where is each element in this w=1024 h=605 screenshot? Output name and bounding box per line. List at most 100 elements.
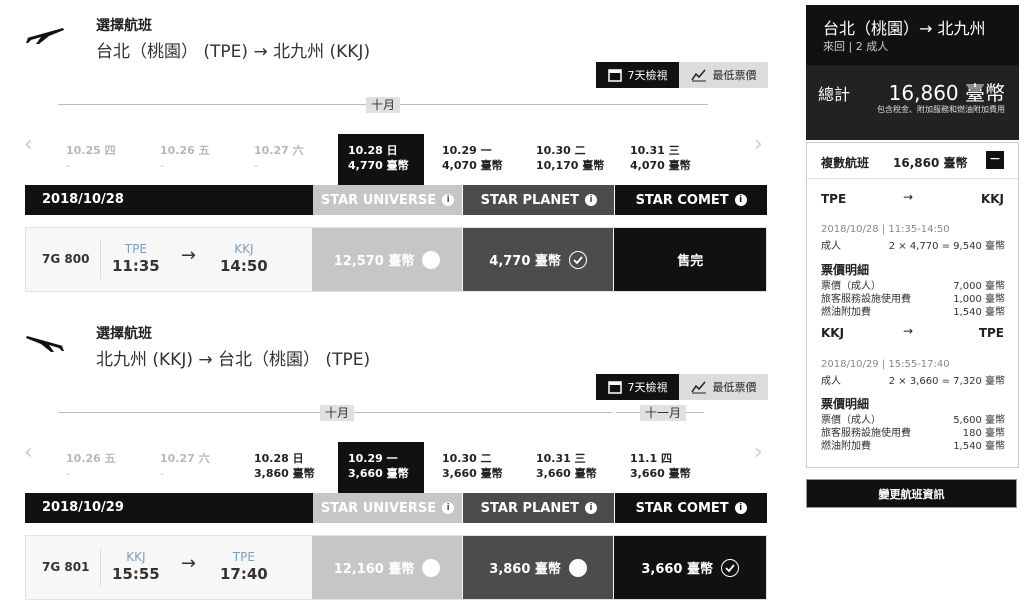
fare-universe[interactable]: 12,570 臺幣 bbox=[312, 228, 462, 291]
info-icon: i bbox=[734, 194, 747, 206]
breakdown-title: 票價明細 bbox=[821, 263, 870, 277]
leg-destination: KKJ bbox=[980, 192, 1004, 206]
divider bbox=[807, 178, 1018, 179]
departure-time: 15:55 bbox=[111, 565, 160, 583]
next-week-arrow[interactable]: › bbox=[754, 440, 763, 465]
fare-planet[interactable]: 3,860 臺幣 bbox=[462, 536, 614, 599]
select-flight-title: 選擇航班 bbox=[96, 326, 152, 342]
date-cell: 10.26 五- bbox=[160, 144, 210, 172]
date-cell[interactable]: 10.30 二 3,660 臺幣 bbox=[432, 442, 518, 494]
flight-row: 7G 801 KKJ 15:55 → TPE 17:40 12,160 臺幣 3… bbox=[25, 535, 767, 600]
info-icon: i bbox=[442, 194, 455, 206]
breakdown-title: 票價明細 bbox=[821, 397, 870, 411]
departure-time: 11:35 bbox=[111, 257, 160, 275]
header-date: 2018/10/28 bbox=[25, 185, 313, 215]
radio-icon bbox=[568, 558, 587, 577]
check-icon bbox=[721, 558, 740, 577]
date-cell-selected[interactable]: 10.28 日 4,770 臺幣 bbox=[338, 134, 424, 186]
date-cell[interactable]: 10.30 二 10,170 臺幣 bbox=[526, 134, 612, 186]
arrow-icon: → bbox=[903, 190, 914, 204]
arrow-icon: → bbox=[180, 245, 196, 266]
inbound-section: 選擇航班 北九州 (KKJ) → 台北（桃園） (TPE) 7天檢視 最低票價 … bbox=[0, 308, 790, 605]
next-week-arrow[interactable]: › bbox=[754, 132, 763, 157]
date-cell: 10.26 五- bbox=[66, 452, 116, 480]
total-amount: 16,860 臺幣 bbox=[888, 81, 1005, 105]
arrow-icon: → bbox=[903, 324, 914, 338]
select-flight-title: 選擇航班 bbox=[96, 18, 152, 34]
view-lowest-label: 最低票價 bbox=[712, 381, 757, 394]
flight-times: TPE 11:35 → KKJ 14:50 bbox=[101, 228, 312, 291]
arrival-time: 14:50 bbox=[219, 257, 268, 275]
date-cell[interactable]: 10.31 三 3,660 臺幣 bbox=[526, 442, 612, 494]
multi-flight-label: 複數航班 bbox=[821, 156, 870, 170]
radio-icon bbox=[422, 558, 441, 577]
fare-comet: 售完 bbox=[614, 228, 766, 291]
airplane-icon bbox=[26, 336, 64, 352]
flight-times: KKJ 15:55 → TPE 17:40 bbox=[101, 536, 312, 599]
arrow-icon: → bbox=[180, 553, 196, 574]
adult-fare-line: 成人 2 × 3,660 = 7,320 臺幣 bbox=[821, 376, 1005, 387]
prev-week-arrow[interactable]: ‹ bbox=[24, 440, 33, 465]
leg-origin: TPE bbox=[821, 192, 847, 206]
fare-class-comet[interactable]: STAR COMET i bbox=[615, 493, 768, 523]
fare-class-universe[interactable]: STAR UNIVERSE i bbox=[312, 185, 463, 215]
arrival-time: 17:40 bbox=[219, 565, 268, 583]
view-7day-button[interactable]: 7天檢視 bbox=[596, 62, 679, 88]
change-flight-button[interactable]: 變更航班資訊 bbox=[807, 480, 1016, 507]
breakdown-line: 燃油附加費 1,540 臺幣 bbox=[821, 307, 1005, 318]
month-label: 十月 bbox=[320, 405, 354, 421]
origin-code: KKJ bbox=[126, 550, 146, 564]
prev-week-arrow[interactable]: ‹ bbox=[24, 132, 33, 157]
airplane-icon bbox=[26, 28, 64, 44]
info-icon: i bbox=[584, 194, 597, 206]
route-title: 台北（桃園） (TPE) → 北九州 (KKJ) bbox=[96, 42, 371, 62]
date-cell-selected[interactable]: 10.29 一 3,660 臺幣 bbox=[338, 442, 424, 494]
view-7day-button[interactable]: 7天檢視 bbox=[596, 374, 679, 400]
summary-total: 總計 16,860 臺幣 包含稅金、附加服務和燃油附加費用 bbox=[806, 65, 1019, 140]
breakdown-line: 燃油附加費 1,540 臺幣 bbox=[821, 441, 1005, 452]
summary-details: 複數航班 16,860 臺幣 − TPE → KKJ 2018/10/28 | … bbox=[806, 142, 1019, 468]
view-7day-label: 7天檢視 bbox=[627, 69, 668, 82]
flight-number: 7G 800 bbox=[26, 240, 101, 279]
month-label: 十月 bbox=[366, 97, 400, 113]
fare-header: 2018/10/28 STAR UNIVERSE i STAR PLANET i S… bbox=[25, 185, 768, 215]
summary-route: 台北（桃園）→ 北九州 bbox=[823, 19, 986, 38]
view-lowest-button[interactable]: 最低票價 bbox=[679, 374, 768, 400]
view-lowest-button[interactable]: 最低票價 bbox=[679, 62, 768, 88]
multi-flight-amount: 16,860 臺幣 bbox=[893, 156, 968, 170]
fare-universe[interactable]: 12,160 臺幣 bbox=[312, 536, 462, 599]
destination-code: TPE bbox=[232, 550, 255, 564]
check-icon bbox=[568, 250, 587, 269]
total-note: 包含稅金、附加服務和燃油附加費用 bbox=[877, 105, 1005, 114]
fare-class-planet[interactable]: STAR PLANET i bbox=[463, 493, 615, 523]
leg-datetime: 2018/10/29 | 15:55-17:40 bbox=[821, 359, 950, 370]
radio-icon bbox=[422, 250, 441, 269]
chart-icon bbox=[690, 69, 706, 82]
fare-planet[interactable]: 4,770 臺幣 bbox=[462, 228, 614, 291]
fare-header: 2018/10/29 STAR UNIVERSE i STAR PLANET i S… bbox=[25, 493, 768, 523]
chart-icon bbox=[690, 381, 706, 394]
fare-class-comet[interactable]: STAR COMET i bbox=[615, 185, 768, 215]
outbound-section: 選擇航班 台北（桃園） (TPE) → 北九州 (KKJ) 7天檢視 最低票價 … bbox=[0, 0, 790, 300]
info-icon: i bbox=[584, 502, 597, 514]
total-label: 總計 bbox=[818, 85, 851, 104]
header-date: 2018/10/29 bbox=[25, 493, 313, 523]
date-cell[interactable]: 10.31 三 4,070 臺幣 bbox=[620, 134, 706, 186]
leg-datetime: 2018/10/28 | 11:35-14:50 bbox=[821, 224, 950, 235]
leg-destination: TPE bbox=[978, 326, 1004, 340]
view-lowest-label: 最低票價 bbox=[712, 69, 757, 82]
date-cell[interactable]: 10.29 一 4,070 臺幣 bbox=[432, 134, 518, 186]
calendar-icon bbox=[607, 69, 622, 82]
fare-class-universe[interactable]: STAR UNIVERSE i bbox=[312, 493, 463, 523]
summary-header: 台北（桃園）→ 北九州 來回 | 2 成人 總計 16,860 臺幣 包含稅金、… bbox=[806, 5, 1019, 140]
info-icon: i bbox=[442, 502, 455, 514]
info-icon: i bbox=[734, 502, 747, 514]
origin-code: TPE bbox=[124, 242, 147, 256]
collapse-button[interactable]: − bbox=[986, 151, 1004, 169]
month-label: 十一月 bbox=[640, 405, 686, 421]
date-cell[interactable]: 10.28 日 3,860 臺幣 bbox=[244, 442, 330, 494]
fare-class-planet[interactable]: STAR PLANET i bbox=[463, 185, 615, 215]
date-cell[interactable]: 11.1 四 3,660 臺幣 bbox=[620, 442, 706, 494]
fare-comet[interactable]: 3,660 臺幣 bbox=[614, 536, 766, 599]
date-cell: 10.27 六- bbox=[254, 144, 304, 172]
